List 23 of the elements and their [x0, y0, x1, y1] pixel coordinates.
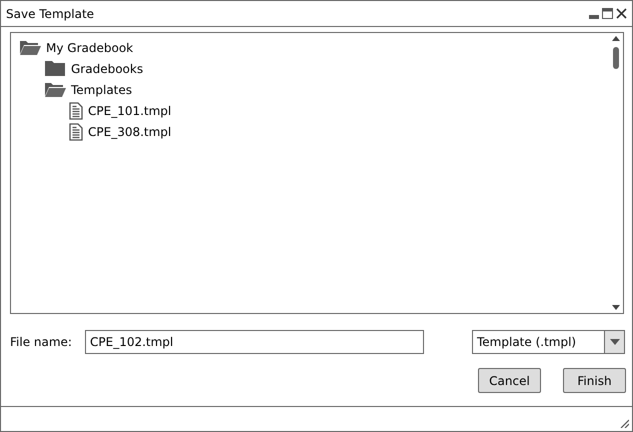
file-name-field[interactable]: CPE_102.tmpl: [85, 330, 424, 354]
file-item[interactable]: CPE_101.tmpl: [88, 104, 172, 118]
document-icon: [69, 122, 83, 140]
file-item[interactable]: CPE_308.tmpl: [88, 124, 172, 138]
file-name-label: File name:: [10, 335, 73, 349]
document-icon: [69, 102, 83, 120]
caret-icon: [610, 339, 620, 345]
scroll-thumb[interactable]: [613, 47, 619, 69]
folder-item[interactable]: Gradebooks: [71, 62, 144, 76]
close-icon[interactable]: [616, 8, 627, 19]
window-title: Save Template: [6, 6, 94, 20]
open-folder-icon: [44, 81, 66, 98]
file-type-dropdown[interactable]: Template (.tmpl): [472, 330, 625, 354]
folder-item[interactable]: My Gradebook: [46, 40, 134, 54]
resize-grip-icon[interactable]: [619, 418, 629, 428]
cancel-button[interactable]: Cancel: [478, 368, 541, 393]
maximize-icon[interactable]: [602, 8, 613, 19]
folder-item[interactable]: Templates: [71, 82, 132, 96]
scroll-up-icon[interactable]: [612, 36, 620, 41]
finish-button[interactable]: Finish: [563, 368, 626, 393]
scroll-down-icon[interactable]: [612, 305, 620, 310]
open-folder-icon: [19, 39, 41, 56]
folder-icon: [44, 60, 66, 77]
